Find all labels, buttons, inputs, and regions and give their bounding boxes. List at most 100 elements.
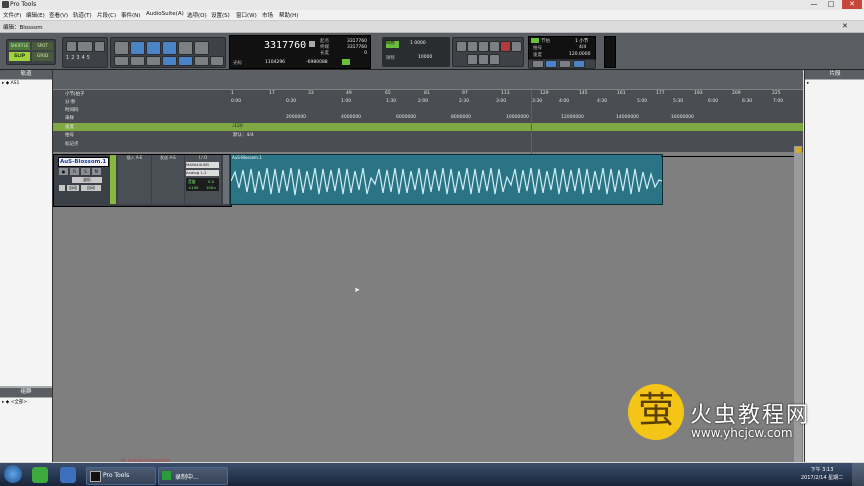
countoff-icon[interactable] [559, 60, 571, 68]
bar-tick: 49 [346, 91, 352, 96]
fast-forward-icon[interactable] [478, 54, 489, 65]
edit-option-icon[interactable] [210, 56, 224, 66]
menu-track[interactable]: 轨道(T) [73, 11, 92, 19]
automation-mode-selector[interactable]: 自动 [81, 185, 101, 191]
edit-window-close-icon[interactable]: ✕ [842, 22, 848, 30]
loop-icon[interactable] [511, 41, 522, 52]
trim-tool-icon[interactable] [130, 41, 145, 55]
menu-window[interactable]: 窗口(W) [236, 11, 257, 19]
bar-tick: 65 [385, 91, 391, 96]
playhead-line[interactable] [531, 90, 532, 154]
link-timeline-icon[interactable] [162, 56, 177, 66]
track-list-item[interactable]: ▸ ◆ AS1 [2, 81, 19, 86]
scroll-indicator-icon[interactable] [795, 147, 801, 153]
counter-menu-icon[interactable] [309, 41, 315, 47]
taskbar-protools[interactable]: Pro Tools [86, 467, 156, 485]
spot-mode-button[interactable]: SPOT [32, 42, 53, 50]
track-view-selector[interactable]: 波形 [72, 177, 102, 183]
samples-ruler-label: 采样 [65, 116, 74, 121]
close-button[interactable]: ✕ [842, 0, 862, 9]
link-track-icon[interactable] [178, 56, 193, 66]
taskbar-recorder-label: 录制中... [175, 474, 199, 481]
stop-icon[interactable] [478, 41, 489, 52]
time-tick: 3:30 [532, 99, 543, 104]
selector-tool-icon[interactable] [146, 41, 161, 55]
bar-tick: 81 [424, 91, 430, 96]
taskbar-pinned-app-icon[interactable] [32, 467, 48, 483]
input-selector[interactable]: MAYA44USB [186, 162, 219, 168]
edit-window-titlebar: 编辑：Blossom ✕ [0, 21, 864, 33]
tracks-list-title[interactable]: 轨道 [0, 70, 52, 79]
link-icon[interactable] [114, 56, 129, 66]
grid-mode-button[interactable]: GRID [32, 52, 53, 61]
length-value[interactable]: 0 [342, 51, 367, 57]
record-icon[interactable] [500, 41, 511, 52]
taskbar-clock[interactable]: 下午 3:13 2017/2/14 星期二 [796, 466, 848, 482]
bar-tick: 1 [231, 91, 234, 96]
zoom-out-icon[interactable] [66, 41, 77, 52]
metronome-icon[interactable] [545, 60, 557, 68]
menu-help[interactable]: 帮助(H) [279, 11, 298, 19]
nudge-value[interactable]: 10000 [418, 55, 432, 60]
audio-clip[interactable]: AuS-Blossom.1 [230, 154, 663, 205]
groups-list-title[interactable]: 组群 [0, 388, 52, 397]
zoom-in-icon[interactable] [94, 41, 105, 52]
menu-audiosuite[interactable]: AudioSuite(A) [146, 11, 184, 17]
zoom-preset-5[interactable]: 5 [87, 55, 92, 61]
group-list-item[interactable]: ▸ ◆ <全部> [2, 399, 27, 405]
sample-tick: 16000000 [671, 115, 694, 120]
rewind-icon[interactable] [467, 54, 478, 65]
tempo-value[interactable]: 120.0000 [569, 52, 590, 57]
mirror-icon[interactable] [146, 56, 161, 66]
grid-value[interactable]: 1 0000 [410, 41, 426, 46]
clip-list-item-icon[interactable]: ▸ [807, 81, 809, 86]
online-icon[interactable] [456, 41, 467, 52]
play-icon[interactable] [489, 41, 500, 52]
midi-merge-icon[interactable] [573, 60, 585, 68]
insertion-follows-icon[interactable] [194, 56, 209, 66]
scrubber-tool-icon[interactable] [178, 41, 193, 55]
start-button[interactable] [4, 465, 22, 483]
maximize-button[interactable]: □ [824, 0, 838, 9]
menu-options[interactable]: 选项(O) [187, 11, 207, 19]
taskbar-explorer-icon[interactable] [60, 467, 76, 483]
solo-button[interactable]: S [81, 168, 90, 175]
menu-file[interactable]: 文件(F) [3, 11, 21, 19]
show-desktop-button[interactable] [852, 463, 864, 486]
playlist-icon[interactable] [59, 185, 65, 191]
pencil-tool-icon[interactable] [194, 41, 209, 55]
menu-setup[interactable]: 设置(S) [211, 11, 230, 19]
pan-right-value: 100> [206, 185, 217, 190]
time-tick: 5:00 [637, 99, 648, 104]
mute-button[interactable]: M [92, 168, 101, 175]
track-input-button[interactable]: R [70, 168, 79, 175]
menu-clip[interactable]: 片段(C) [97, 11, 116, 19]
zoomer-tool-icon[interactable] [114, 41, 129, 55]
grabber-tool-icon[interactable] [162, 41, 177, 55]
slip-mode-button[interactable]: SLIP [9, 52, 30, 61]
go-to-end-icon[interactable] [489, 54, 500, 65]
clips-list-title[interactable]: 片段 [805, 70, 864, 79]
menu-marketplace[interactable]: 市场 [262, 11, 273, 19]
menu-edit[interactable]: 编辑(E) [26, 11, 45, 19]
main-counter-value[interactable]: 3317760 [264, 40, 306, 51]
track-timebase-selector[interactable]: 自动 [67, 185, 79, 191]
menu-event[interactable]: 事件(N) [121, 11, 140, 19]
app-icon [2, 1, 9, 8]
menu-view[interactable]: 查看(V) [49, 11, 68, 19]
conductor-icon[interactable] [531, 38, 539, 43]
taskbar-recorder[interactable]: 录制中... [158, 467, 228, 485]
wait-for-note-icon[interactable] [532, 60, 544, 68]
tab-to-transient-icon[interactable] [130, 56, 145, 66]
record-arm-button[interactable]: ● [59, 168, 68, 175]
output-selector[interactable]: Analog 1-2 [186, 170, 219, 176]
return-to-zero-icon[interactable] [467, 41, 478, 52]
track-name[interactable]: AuS-Blossom.1 [58, 157, 109, 167]
minimize-button[interactable]: — [807, 0, 821, 9]
shuffle-mode-button[interactable]: SHUFFLE [9, 42, 30, 50]
volume-pan-display[interactable]: 音量 0.0 <100 100> [186, 178, 219, 191]
tempo-marker[interactable]: ♩120 [232, 124, 243, 129]
meter-marker[interactable]: 默认：4/4 [233, 132, 254, 138]
zoom-vertical-icon[interactable] [77, 41, 93, 52]
meter-value[interactable]: 4/4 [579, 45, 586, 50]
